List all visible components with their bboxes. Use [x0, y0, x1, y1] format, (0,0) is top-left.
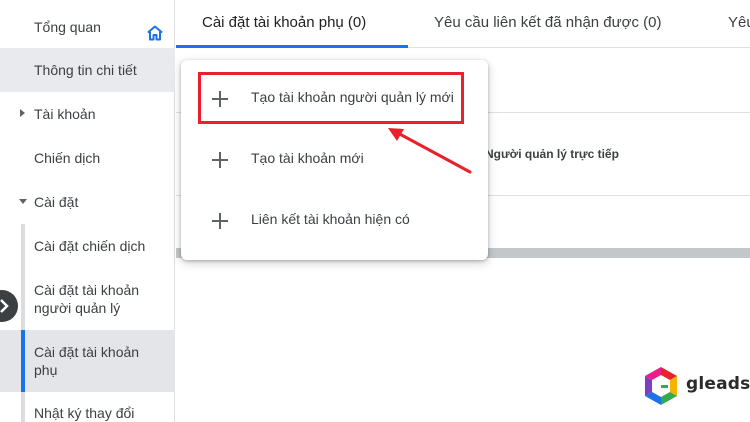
sidebar-item-label: Cài đặt chiến dịch [34, 238, 146, 254]
sidebar-item-overview[interactable]: Tổng quan [0, 8, 175, 46]
annotation-arrow-icon [388, 128, 472, 174]
tab-label: Yêu [728, 14, 750, 31]
sidebar-item-change-history[interactable]: Nhật ký thay đổi [0, 396, 175, 422]
tab-bar: Cài đặt tài khoản phụ (0) Yêu cầu liên k… [176, 0, 750, 48]
tab-label: Yêu cầu liên kết đã nhận được (0) [434, 14, 662, 31]
sidebar-item-label: Tổng quan [34, 19, 101, 35]
sidebar-item-manager-settings[interactable]: Cài đặt tài khoản người quản lý [0, 272, 175, 324]
sidebar-item-insights[interactable]: Thông tin chi tiết [0, 48, 175, 92]
plus-icon [212, 152, 228, 168]
menu-item-link-existing-account[interactable]: Liên kết tài khoản hiện có [181, 196, 488, 246]
chevron-down-icon [19, 199, 27, 204]
sidebar-item-label: Cài đặt tài khoản người quản lý [34, 282, 140, 316]
sidebar-item-label: Thông tin chi tiết [34, 62, 137, 78]
chevron-right-icon [20, 109, 25, 117]
sidebar-item-label: Cài đặt tài khoản phụ [34, 344, 140, 378]
menu-item-label: Liên kết tài khoản hiện có [251, 211, 410, 227]
sidebar-item-label: Chiến dịch [34, 150, 101, 166]
gleads-logo: gleads [642, 366, 750, 406]
sidebar-item-campaigns[interactable]: Chiến dịch [0, 140, 175, 176]
sidebar-item-accounts[interactable]: Tài khoản [0, 96, 175, 132]
tab-link-requests[interactable]: Yêu cầu liên kết đã nhận được (0) [434, 0, 662, 48]
plus-icon [212, 213, 228, 229]
logo-text: gleads [686, 374, 750, 394]
sidebar-item-campaign-settings[interactable]: Cài đặt chiến dịch [0, 228, 175, 264]
sidebar-item-label: Cài đặt [34, 194, 79, 210]
tab-sub-account-settings[interactable]: Cài đặt tài khoản phụ (0) [176, 0, 408, 48]
app-window: Tổng quan Thông tin chi tiết Tài khoản C… [0, 0, 750, 422]
column-header-direct-manager[interactable]: Người quản lý trực tiếp [485, 147, 619, 161]
sidebar: Tổng quan Thông tin chi tiết Tài khoản C… [0, 0, 175, 422]
sidebar-item-settings[interactable]: Cài đặt [0, 184, 175, 220]
gleads-logo-icon [645, 367, 677, 405]
tab-label: Cài đặt tài khoản phụ (0) [202, 14, 367, 31]
tab-more[interactable]: Yêu [728, 0, 750, 48]
annotation-highlight-box [198, 72, 464, 124]
home-icon[interactable] [147, 25, 163, 41]
sidebar-item-label: Nhật ký thay đổi [34, 405, 135, 421]
active-indicator [21, 330, 25, 392]
menu-item-label: Tạo tài khoản mới [251, 150, 364, 166]
sidebar-item-label: Tài khoản [34, 106, 96, 122]
sidebar-item-sub-account-settings[interactable]: Cài đặt tài khoản phụ [0, 330, 175, 392]
chevron-right-icon [0, 299, 9, 313]
